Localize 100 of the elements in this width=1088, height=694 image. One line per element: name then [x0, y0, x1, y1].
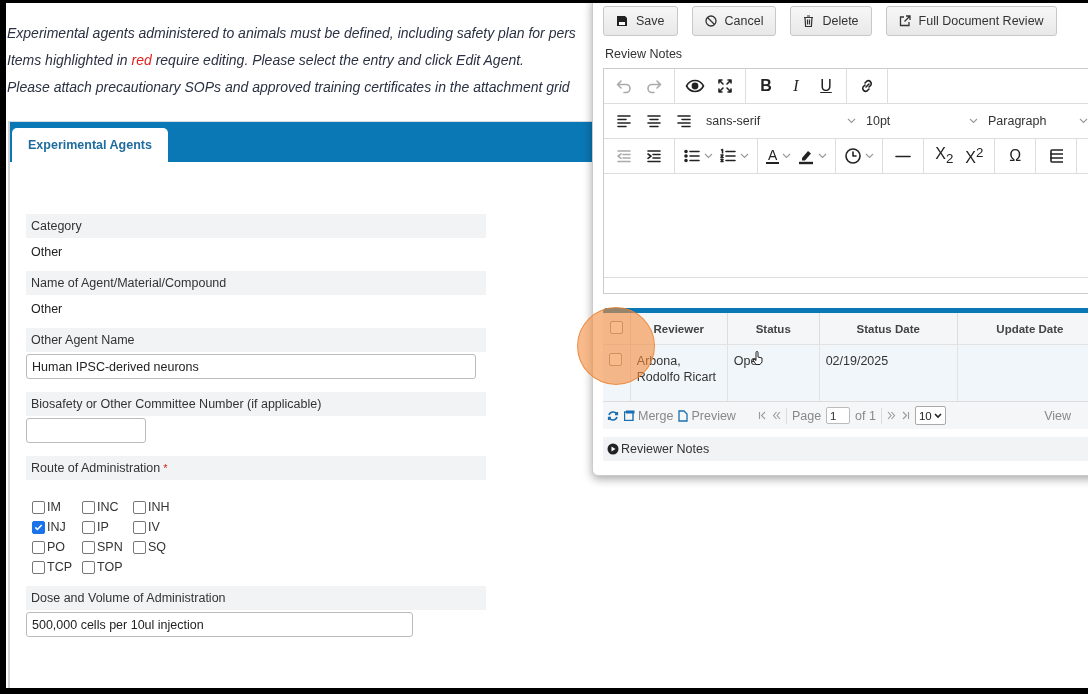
editor-tool-button[interactable]: X$^{2}$ [962, 143, 987, 169]
field-label: Name of Agent/Material/Compound [26, 271, 486, 295]
align-left-icon [615, 112, 633, 130]
checkbox-label: TOP [97, 560, 123, 574]
caret-icon [847, 118, 856, 124]
checkbox[interactable] [82, 500, 95, 514]
checkbox-label: PO [47, 540, 66, 554]
redo-icon [645, 77, 663, 95]
checkbox-label: INJ [47, 520, 66, 534]
checkbox[interactable] [133, 500, 146, 514]
editor-dropdown[interactable]: 10pt [866, 114, 978, 128]
external-link-icon [898, 15, 911, 27]
checkbox-label: INC [97, 500, 119, 514]
checkbox[interactable] [32, 520, 45, 534]
clock-icon [844, 147, 863, 165]
checkbox[interactable] [133, 520, 146, 534]
instruction-text: Please attach precautionary SOPs and approved training certificates in the attachment grid [7, 78, 570, 97]
column-header[interactable]: Reviewer [630, 313, 728, 345]
bulleted-list-icon [683, 147, 701, 165]
table-icon [1049, 147, 1064, 165]
editor-tool-button[interactable]: Ω [1003, 143, 1028, 169]
caret-icon [740, 153, 749, 159]
checkbox-label: IM [47, 500, 61, 514]
toolbar-button[interactable]: Cancel [691, 6, 777, 36]
caret-icon [1079, 118, 1088, 124]
page-label: Page [791, 408, 822, 423]
field-label: Biosafety or Other Committee Number (if applicable) [26, 392, 486, 416]
checkbox-label: SPN [97, 540, 123, 554]
trash-icon [803, 15, 815, 27]
checkbox-label: IP [97, 520, 109, 534]
checkbox[interactable] [32, 500, 45, 514]
copy-icon [624, 410, 635, 421]
document-icon [678, 409, 689, 422]
text-field[interactable]: 500,000 cells per 10ul injection [26, 612, 413, 637]
editor-tool-button[interactable]: U [814, 73, 838, 99]
undo-icon [615, 77, 633, 95]
table-cell: 02/19/2025 [825, 354, 889, 368]
eye-icon [685, 77, 705, 95]
text-field[interactable] [26, 418, 146, 443]
checkbox[interactable] [32, 540, 45, 554]
play-circle-icon [607, 443, 619, 455]
outdent-icon [615, 147, 633, 165]
caret-icon [969, 118, 978, 124]
page-number-field[interactable]: 1 [826, 407, 851, 424]
checkbox[interactable] [609, 321, 623, 334]
checkbox-label: SQ [148, 540, 167, 554]
first-page-icon[interactable] [757, 411, 767, 420]
editor-dropdown[interactable]: Paragraph [988, 114, 1088, 128]
caret-icon [818, 153, 828, 159]
column-header[interactable]: Update Date [957, 313, 1088, 345]
checkbox-label: TCP [47, 560, 72, 574]
editor-tool-button[interactable]: B [754, 73, 778, 99]
caret-icon [865, 153, 875, 159]
refresh-icon[interactable] [607, 409, 619, 422]
text-color-button[interactable]: A [766, 143, 792, 169]
caret-icon [933, 412, 942, 419]
numbered-list-icon [719, 147, 737, 165]
pager-info: View [1044, 408, 1071, 423]
last-page-icon[interactable] [900, 411, 910, 420]
toolbar-button[interactable]: Save [603, 6, 678, 36]
toolbar-button[interactable]: Delete [790, 6, 872, 36]
editor-tool-button[interactable]: X$_{2}$ [932, 143, 957, 169]
align-center-icon [645, 112, 663, 130]
checkbox[interactable] [82, 520, 95, 534]
instruction-text: Experimental agents administered to animals must be defined, including safety plan for pers [7, 24, 576, 43]
next-page-icon[interactable] [886, 411, 896, 420]
table-cell: Ope [733, 354, 758, 368]
checkbox[interactable] [82, 560, 95, 574]
instruction-text: Items highlighted in red require editing. Please select the entry and click Edit Agent. [7, 51, 524, 70]
text-field[interactable]: Human IPSC-derived neurons [26, 354, 476, 379]
save-icon [616, 15, 628, 27]
indent-icon [645, 147, 663, 165]
field-label: Dose and Volume of Administration [26, 586, 486, 610]
checkbox[interactable] [133, 540, 146, 554]
field-value: Other [31, 302, 63, 316]
previous-page-icon[interactable] [771, 411, 781, 420]
checkbox[interactable] [32, 560, 45, 574]
field-label: Category [26, 214, 486, 238]
align-right-icon [675, 112, 693, 130]
cancel-icon [704, 15, 717, 27]
toolbar-button[interactable]: Full Document Review [885, 6, 1057, 36]
checkbox-label: IV [148, 520, 160, 534]
field-label: Route of Administration * [26, 456, 486, 480]
editor-dropdown[interactable]: sans-serif [706, 114, 856, 128]
caret-icon [704, 153, 713, 159]
page-count: of 1 [855, 408, 876, 423]
column-header[interactable]: Status Date [819, 313, 958, 345]
reviewer-notes-toggle[interactable]: Reviewer Notes [603, 437, 1088, 461]
editor-tool-button[interactable]: I [784, 73, 808, 99]
column-header[interactable]: Status [727, 313, 820, 345]
editor-label: Review Notes [604, 46, 684, 63]
fullscreen-icon [716, 77, 734, 95]
field-label: Other Agent Name [26, 328, 486, 352]
checkbox[interactable] [82, 540, 95, 554]
page-size-select[interactable]: 10 [914, 406, 946, 425]
horizontal-line-icon [895, 154, 912, 158]
field-value: Other [31, 245, 63, 259]
section-tab[interactable]: Experimental Agents [12, 128, 168, 162]
checkbox[interactable] [609, 353, 622, 366]
caret-icon [782, 153, 792, 159]
